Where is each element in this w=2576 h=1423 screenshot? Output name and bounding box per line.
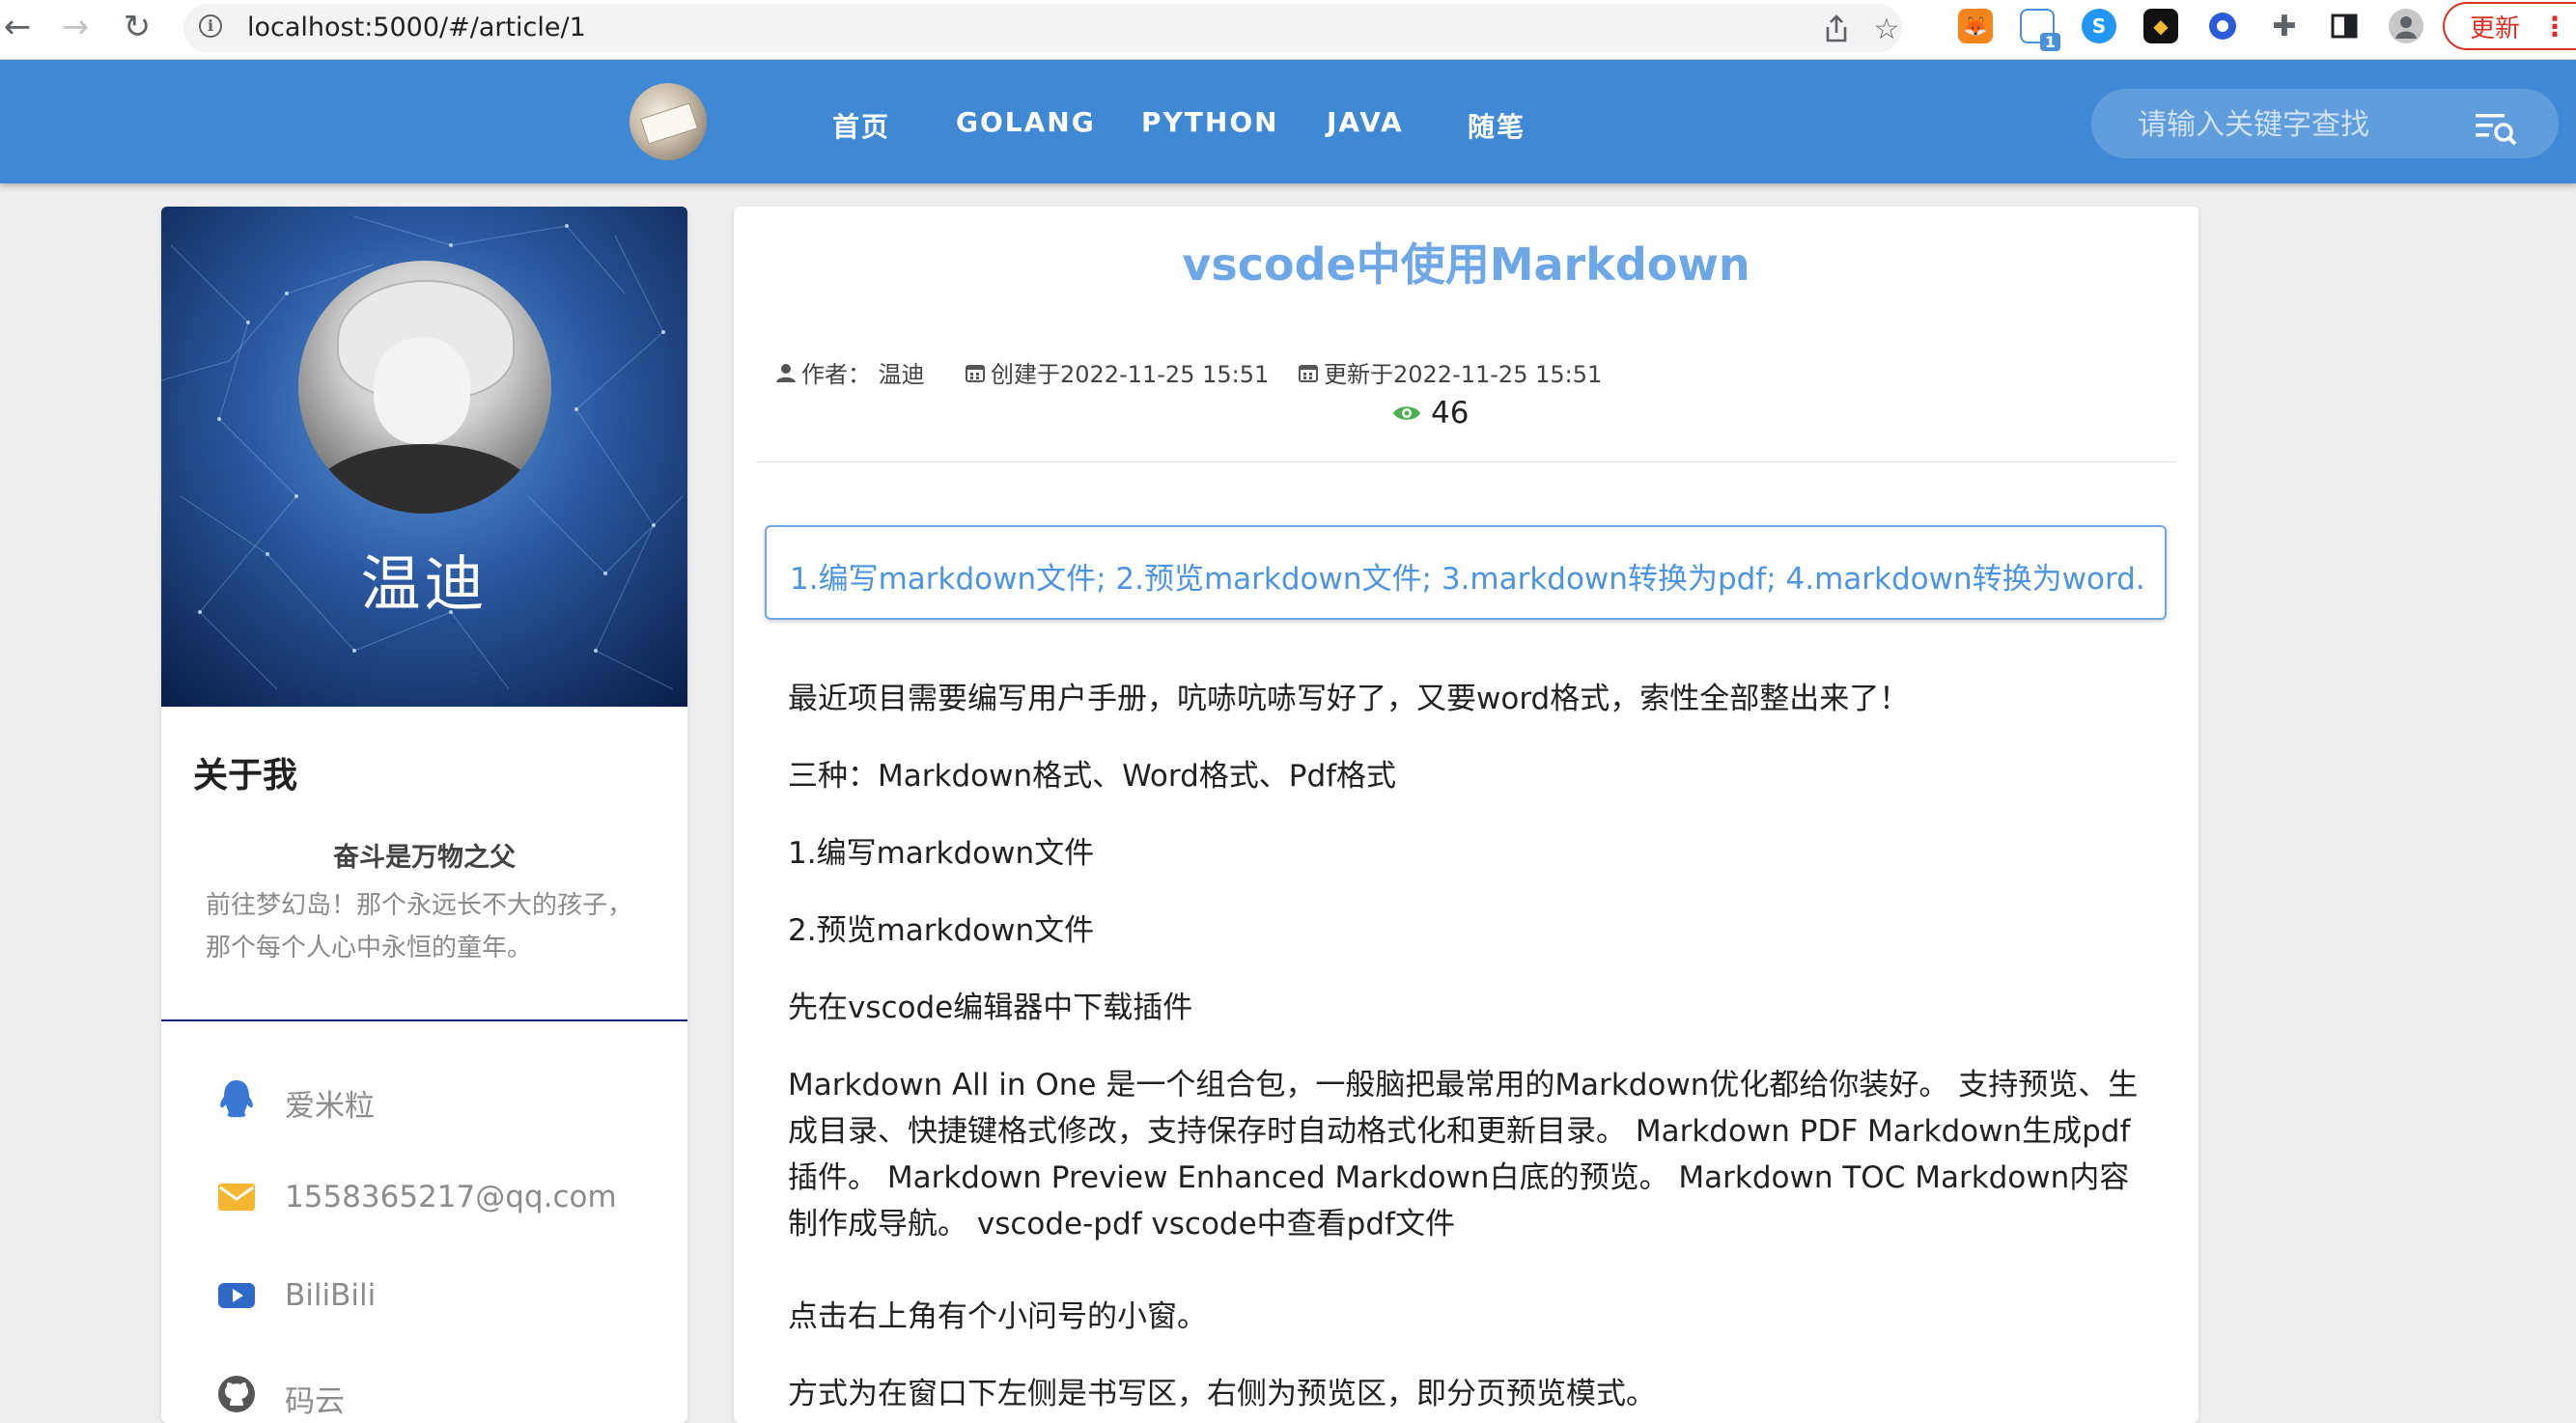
profile-avatar-icon[interactable]	[2389, 9, 2423, 43]
sidebar-divider	[161, 1019, 687, 1021]
qq-icon	[220, 1080, 253, 1118]
eye-icon	[1393, 406, 1420, 420]
nav-item-home[interactable]: 首页	[832, 106, 890, 145]
profile-sidebar: 温迪 关于我 奋斗是万物之父 前往梦幻岛！那个永远长不大的孩子，那个每个人心中永…	[161, 207, 687, 1423]
url-text: localhost:5000/#/article/1	[247, 13, 586, 42]
metamask-icon[interactable]: 🦊	[1958, 9, 1993, 43]
article-paragraph: 1.编写markdown文件	[788, 836, 1095, 871]
update-label: 更新	[2470, 14, 2521, 43]
update-button[interactable]: 更新 ⋮	[2443, 2, 2576, 50]
summary-text: 1.编写markdown文件; 2.预览markdown文件; 3.markdo…	[790, 562, 2145, 597]
contact-bilibili-label: BiliBili	[285, 1278, 377, 1313]
article-updated: 更新于2022-11-25 15:51	[1297, 355, 1602, 389]
nav-item-golang[interactable]: GOLANG	[956, 106, 1096, 138]
bookmark-star-icon[interactable]: ☆	[1867, 10, 1906, 48]
circle-extension-icon[interactable]	[2205, 9, 2240, 43]
binance-icon[interactable]: ◆	[2143, 9, 2178, 43]
profile-banner: 温迪	[161, 207, 687, 707]
contact-gitee[interactable]: 码云	[161, 1355, 687, 1423]
search-icon[interactable]	[2474, 108, 2518, 147]
contact-qq-label: 爱米粒	[285, 1089, 375, 1124]
contact-email[interactable]: 1558365217@qq.com	[161, 1158, 687, 1236]
contact-qq[interactable]: 爱米粒	[161, 1060, 687, 1137]
skype-icon[interactable]: S	[2082, 9, 2116, 43]
contact-email-label: 1558365217@qq.com	[285, 1180, 617, 1214]
about-title: 关于我	[193, 756, 298, 795]
calendar-icon	[966, 364, 985, 382]
article-views: 46	[1392, 396, 1469, 431]
person-icon	[776, 363, 796, 382]
article-paragraph: 先在vscode编辑器中下载插件	[788, 991, 1193, 1025]
views-count: 46	[1431, 396, 1470, 431]
meta-divider	[757, 461, 2176, 462]
article-paragraph: 最近项目需要编写用户手册，吭哧吭哧写好了，又要word格式，索性全部整出来了！	[788, 682, 1910, 716]
author-text: 作者： 温迪	[801, 361, 925, 388]
extensions-puzzle-icon[interactable]: ✚	[2267, 9, 2302, 43]
avatar	[298, 261, 551, 514]
search-input[interactable]	[2136, 100, 2458, 149]
article-paragraph: 点击右上角有个小问号的小窗。	[788, 1299, 1207, 1334]
contact-gitee-label: 码云	[285, 1384, 345, 1419]
nav-item-python[interactable]: PYTHON	[1141, 106, 1279, 138]
updated-text: 更新于2022-11-25 15:51	[1324, 361, 1603, 388]
forward-icon[interactable]: →	[54, 6, 97, 48]
article-created: 创建于2022-11-25 15:51	[964, 355, 1269, 389]
article-summary: 1.编写markdown文件; 2.预览markdown文件; 3.markdo…	[765, 525, 2167, 620]
article-paragraph: 2.预览markdown文件	[788, 913, 1095, 948]
article-paragraph: 方式为在窗口下左侧是书写区，右侧为预览区，即分页预览模式。	[788, 1377, 1656, 1411]
side-panel-icon[interactable]	[2327, 9, 2362, 43]
app-header: 首页 GOLANG PYTHON JAVA 随笔	[0, 60, 2576, 183]
browser-toolbar: ← → ↻ i localhost:5000/#/article/1 ☆ 🦊 1…	[0, 0, 2576, 60]
article-author: 作者： 温迪	[774, 355, 925, 389]
contact-bilibili[interactable]: BiliBili	[161, 1257, 687, 1334]
nav-item-notes[interactable]: 随笔	[1468, 106, 1526, 145]
email-icon	[218, 1184, 255, 1211]
article-card: vscode中使用Markdown 作者： 温迪 创建于2022-11-25 1…	[734, 207, 2198, 1423]
calendar-icon	[1299, 364, 1318, 382]
github-icon	[218, 1376, 255, 1412]
translate-extension-icon[interactable]: 1	[2020, 9, 2060, 51]
article-title: vscode中使用Markdown	[1182, 238, 1750, 291]
profile-name: 温迪	[360, 548, 489, 619]
search-box	[2091, 89, 2559, 158]
nav-item-java[interactable]: JAVA	[1327, 106, 1404, 138]
motto: 奋斗是万物之父	[333, 843, 516, 873]
article-paragraph: Markdown All in One 是一个组合包，一般脑把最常用的Markd…	[788, 1068, 2139, 1242]
created-text: 创建于2022-11-25 15:51	[991, 361, 1270, 388]
youtube-icon	[218, 1283, 255, 1308]
back-icon[interactable]: ←	[0, 6, 39, 48]
site-info-icon[interactable]: i	[199, 14, 222, 38]
profile-description: 前往梦幻岛！那个永远长不大的孩子，那个每个人心中永恒的童年。	[206, 891, 633, 963]
share-icon[interactable]	[1817, 10, 1856, 48]
address-bar[interactable]: i localhost:5000/#/article/1 ☆	[183, 4, 1902, 52]
reload-icon[interactable]: ↻	[116, 6, 158, 48]
site-logo[interactable]	[630, 83, 707, 160]
extension-badge: 1	[2039, 33, 2060, 51]
more-menu-icon[interactable]: ⋮	[2541, 11, 2568, 42]
article-paragraph: 三种：Markdown格式、Word格式、Pdf格式	[788, 759, 1397, 794]
